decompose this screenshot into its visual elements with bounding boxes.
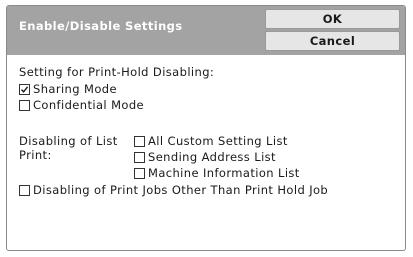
settings-dialog: Enable/Disable Settings OK Cancel Settin…	[6, 5, 406, 251]
print-jobs-checkbox[interactable]	[19, 184, 30, 196]
custom-setting-list-checkbox-row[interactable]: All Custom Setting List	[134, 134, 288, 148]
confidential-mode-checkbox-row[interactable]: Confidential Mode	[19, 98, 144, 112]
machine-info-list-checkbox[interactable]	[134, 167, 145, 179]
custom-setting-list-label: All Custom Setting List	[148, 134, 288, 148]
sending-address-list-label: Sending Address List	[148, 150, 276, 164]
sharing-mode-label: Sharing Mode	[33, 82, 117, 96]
list-print-heading-line1: Disabling of List	[19, 134, 118, 148]
title-bar: Enable/Disable Settings OK Cancel	[7, 6, 405, 55]
sharing-mode-checkbox-row[interactable]: Sharing Mode	[19, 82, 117, 96]
confidential-mode-checkbox[interactable]	[19, 99, 30, 111]
print-jobs-checkbox-row[interactable]: Disabling of Print Jobs Other Than Print…	[19, 183, 328, 197]
machine-info-list-label: Machine Information List	[148, 166, 300, 180]
sending-address-list-checkbox-row[interactable]: Sending Address List	[134, 150, 276, 164]
machine-info-list-checkbox-row[interactable]: Machine Information List	[134, 166, 300, 180]
print-jobs-label: Disabling of Print Jobs Other Than Print…	[33, 183, 329, 197]
print-hold-heading: Setting for Print-Hold Disabling:	[19, 65, 215, 79]
sending-address-list-checkbox[interactable]	[134, 151, 145, 163]
confidential-mode-label: Confidential Mode	[33, 98, 144, 112]
dialog-title: Enable/Disable Settings	[19, 19, 183, 33]
ok-button[interactable]: OK	[265, 9, 400, 29]
cancel-button[interactable]: Cancel	[265, 31, 400, 51]
custom-setting-list-checkbox[interactable]	[134, 135, 145, 147]
list-print-heading-line2: Print:	[19, 148, 52, 162]
sharing-mode-checkbox[interactable]	[19, 83, 30, 95]
